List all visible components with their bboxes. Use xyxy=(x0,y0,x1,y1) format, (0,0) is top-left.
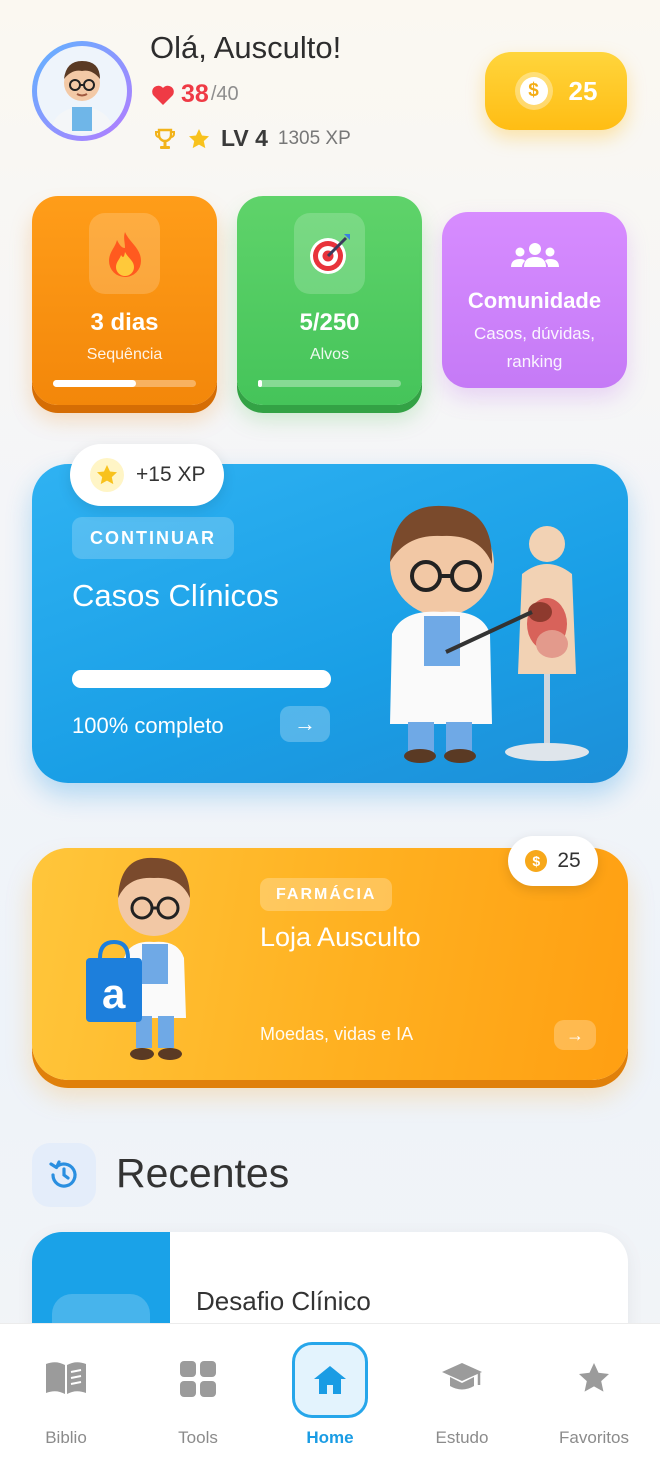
continue-card[interactable]: CONTINUAR Casos Clínicos 100% completo → xyxy=(32,464,628,783)
shop-arrow-button[interactable]: → xyxy=(554,1020,596,1050)
history-icon xyxy=(49,1160,77,1188)
xp-label: 1305 XP xyxy=(277,127,351,149)
streak-progress-bar xyxy=(53,380,196,387)
continue-title: Casos Clínicos xyxy=(72,578,279,613)
streak-label: Sequência xyxy=(86,346,163,363)
community-title: Comunidade xyxy=(467,288,602,313)
doctor-shopping-illustration: a xyxy=(86,857,190,1060)
star-icon xyxy=(579,1363,609,1392)
xp-reward-text: +15 XP xyxy=(136,463,206,486)
continue-progress-fill xyxy=(72,670,331,688)
recents-title: Recentes xyxy=(116,1150,290,1196)
star-icon xyxy=(189,128,209,148)
nav-label-tools: Tools xyxy=(178,1428,218,1447)
profile-avatar[interactable] xyxy=(32,41,132,141)
level-label: LV 4 xyxy=(221,125,268,151)
doctor-anatomy-illustration xyxy=(390,505,589,763)
community-card[interactable]: Comunidade Casos, dúvidas, ranking xyxy=(442,212,627,388)
home-icon xyxy=(314,1366,346,1394)
heart-icon xyxy=(152,85,174,105)
nav-item-tools[interactable]: Tools xyxy=(132,1324,264,1466)
streak-progress-fill xyxy=(53,380,136,387)
arrow-right-icon: → xyxy=(294,711,316,736)
shop-subtitle: Moedas, vidas e IA xyxy=(260,1024,414,1044)
coin-icon: $ xyxy=(514,72,553,110)
nav-label-home: Home xyxy=(306,1428,354,1447)
fire-icon xyxy=(108,231,141,277)
grid-icon xyxy=(180,1361,216,1397)
xp-reward-badge: +15 XP xyxy=(70,444,224,506)
greeting-text: Olá, Ausculto! xyxy=(150,30,342,65)
trophy-icon xyxy=(155,128,175,149)
level-info: LV 4 1305 XP xyxy=(153,125,351,152)
streak-card[interactable]: 3 dias Sequência xyxy=(32,196,217,405)
streak-value: 3 dias xyxy=(90,309,159,336)
targets-value: 5/250 xyxy=(299,309,360,336)
svg-text:a: a xyxy=(102,970,126,1017)
continue-tag: CONTINUAR xyxy=(72,517,234,559)
nav-label-favoritos: Favoritos xyxy=(559,1428,629,1447)
nav-label-estudo: Estudo xyxy=(435,1428,489,1447)
continue-arrow-button[interactable]: → xyxy=(280,706,330,742)
doctor-avatar-illustration xyxy=(52,61,112,133)
bottom-nav: Biblio Tools Home Estudo Favoritos xyxy=(0,1323,660,1466)
coin-icon: $ xyxy=(525,850,548,872)
book-icon xyxy=(46,1362,86,1394)
star-icon xyxy=(97,465,117,485)
targets-progress-fill xyxy=(258,380,263,387)
recent-item-name: Desafio Clínico xyxy=(196,1286,371,1316)
home-screen: Olá, Ausculto! 38 /40 LV 4 1305 XP $ 25 xyxy=(0,0,660,1466)
community-subtitle: Casos, dúvidas, ranking xyxy=(474,324,595,371)
nav-item-biblio[interactable]: Biblio xyxy=(0,1324,132,1466)
lives-counter: 38 /40 xyxy=(151,80,239,109)
lives-max: /40 xyxy=(210,83,239,105)
shop-coin-badge: $ 25 xyxy=(508,836,598,886)
graduation-cap-icon xyxy=(442,1363,482,1390)
targets-card[interactable]: 5/250 Alvos xyxy=(237,196,422,405)
shop-title: Loja Ausculto xyxy=(260,922,421,952)
history-icon-box xyxy=(32,1143,96,1207)
shop-coin-count: 25 xyxy=(557,849,581,872)
nav-item-favoritos[interactable]: Favoritos xyxy=(528,1324,660,1466)
coins-count: 25 xyxy=(568,75,598,106)
targets-label: Alvos xyxy=(309,346,350,363)
targets-progress-bar xyxy=(258,380,401,387)
lives-current: 38 xyxy=(181,80,209,108)
nav-item-estudo[interactable]: Estudo xyxy=(396,1324,528,1466)
coins-button[interactable]: $ 25 xyxy=(485,52,627,130)
users-group-icon xyxy=(510,243,559,267)
arrow-right-icon: → xyxy=(566,1024,584,1045)
nav-label-biblio: Biblio xyxy=(45,1428,87,1447)
continue-progress-bar xyxy=(72,670,331,688)
continue-progress-text: 100% completo xyxy=(72,713,224,738)
target-icon xyxy=(309,233,350,274)
shop-tag: FARMÁCIA xyxy=(260,878,393,911)
nav-item-home[interactable]: Home xyxy=(264,1324,396,1466)
